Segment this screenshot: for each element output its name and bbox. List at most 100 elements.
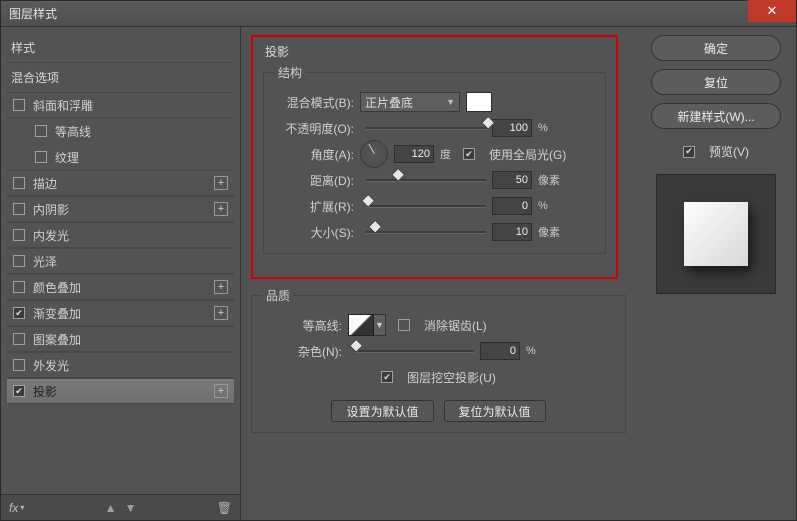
angle-input[interactable] [394,145,434,163]
fx-label[interactable]: fx [9,501,18,515]
noise-unit: % [526,345,536,357]
add-effect-icon[interactable]: + [214,306,228,320]
knockout-label[interactable]: 图层挖空投影(U) [407,369,496,386]
effect-item[interactable]: 颜色叠加 + [7,274,234,300]
effect-label: 等高线 [55,123,91,140]
effect-checkbox[interactable] [13,359,25,371]
add-effect-icon[interactable]: + [214,202,228,216]
distance-label: 距离(D): [274,172,360,189]
global-light-label[interactable]: 使用全局光(G) [489,146,566,163]
spread-input[interactable] [492,197,532,215]
angle-dial[interactable] [360,140,388,168]
knockout-checkbox[interactable] [381,371,393,383]
blend-mode-label: 混合模式(B): [274,94,360,111]
contour-dropdown-icon[interactable]: ▼ [374,314,386,336]
blend-options-header[interactable]: 混合选项 [7,62,234,92]
styles-header[interactable]: 样式 [7,33,234,62]
effect-item[interactable]: 内阴影 + [7,196,234,222]
effect-label: 图案叠加 [33,331,81,348]
effect-label: 外发光 [33,357,69,374]
noise-input[interactable] [480,342,520,360]
effect-item[interactable]: 图案叠加 [7,326,234,352]
effect-checkbox[interactable] [35,151,47,163]
spread-slider[interactable] [366,198,486,214]
shadow-highlight-box: 投影 结构 混合模式(B): 正片叠底 ▼ 不透明度(O): [251,35,618,279]
effect-checkbox[interactable] [13,307,25,319]
distance-slider[interactable] [366,172,486,188]
effect-item[interactable]: 光泽 [7,248,234,274]
opacity-input[interactable] [492,119,532,137]
move-up-icon[interactable]: ▲ [105,501,117,515]
trash-icon[interactable]: 🗑 [217,501,232,515]
effect-checkbox[interactable] [13,385,25,397]
angle-label: 角度(A): [274,146,360,163]
effect-item[interactable]: 描边 + [7,170,234,196]
effect-label: 颜色叠加 [33,279,81,296]
antialias-checkbox[interactable] [398,319,410,331]
right-panel: 确定 复位 新建样式(W)... 预览(V) [636,27,796,520]
blend-mode-value: 正片叠底 [365,94,413,111]
effect-checkbox[interactable] [13,229,25,241]
effect-checkbox[interactable] [13,333,25,345]
size-unit: 像素 [538,224,560,240]
add-effect-icon[interactable]: + [214,384,228,398]
effect-checkbox[interactable] [13,99,25,111]
reset-default-button[interactable]: 复位为默认值 [444,400,546,422]
effect-checkbox[interactable] [35,125,47,137]
cancel-button[interactable]: 复位 [651,69,781,95]
effect-item[interactable]: 渐变叠加 + [7,300,234,326]
effect-checkbox[interactable] [13,255,25,267]
distance-input[interactable] [492,171,532,189]
effect-item[interactable]: 内发光 [7,222,234,248]
effect-label: 斜面和浮雕 [33,97,93,114]
new-style-button[interactable]: 新建样式(W)... [651,103,781,129]
close-icon: ✕ [767,3,778,19]
chevron-down-icon: ▼ [446,97,455,107]
effect-checkbox[interactable] [13,203,25,215]
effect-item[interactable]: 外发光 [7,352,234,378]
make-default-button[interactable]: 设置为默认值 [331,400,433,422]
blend-mode-select[interactable]: 正片叠底 ▼ [360,92,460,112]
quality-group: 品质 等高线: ▼ 消除锯齿(L) 杂色(N): % [251,287,626,433]
effect-label: 纹理 [55,149,79,166]
effect-checkbox[interactable] [13,177,25,189]
opacity-unit: % [538,122,548,134]
add-effect-icon[interactable]: + [214,280,228,294]
contour-preview[interactable] [348,314,374,336]
titlebar: 图层样式 ✕ [1,1,796,27]
antialias-label[interactable]: 消除锯齿(L) [424,317,487,334]
effect-subitem[interactable]: 等高线 [7,118,234,144]
effect-label: 描边 [33,175,57,192]
noise-slider[interactable] [354,343,474,359]
spread-label: 扩展(R): [274,198,360,215]
effect-item[interactable]: 斜面和浮雕 [7,92,234,118]
effect-subitem[interactable]: 纹理 [7,144,234,170]
effect-item[interactable]: 投影+ [7,378,234,404]
ok-button[interactable]: 确定 [651,35,781,61]
opacity-slider[interactable] [366,120,486,136]
effect-label: 内发光 [33,227,69,244]
noise-label: 杂色(N): [262,343,348,360]
layer-style-dialog: 图层样式 ✕ 样式 混合选项 斜面和浮雕等高线纹理描边 + 内阴影 + 内发光光泽颜色叠… [0,0,797,521]
structure-group: 结构 混合模式(B): 正片叠底 ▼ 不透明度(O): [263,64,606,254]
fx-caret-icon[interactable]: ▾ [20,503,24,512]
left-panel: 样式 混合选项 斜面和浮雕等高线纹理描边 + 内阴影 + 内发光光泽颜色叠加 + 渐变叠加 +… [1,27,241,520]
window-title: 图层样式 [9,5,57,22]
close-button[interactable]: ✕ [748,0,796,22]
shadow-color-swatch[interactable] [466,92,492,112]
preview-label[interactable]: 预览(V) [709,143,749,160]
angle-unit: 度 [440,146,451,162]
left-footer: fx ▾ ▲ ▼ 🗑 [1,494,240,520]
effect-label: 光泽 [33,253,57,270]
move-down-icon[interactable]: ▼ [125,501,137,515]
size-slider[interactable] [366,224,486,240]
add-effect-icon[interactable]: + [214,176,228,190]
effect-checkbox[interactable] [13,281,25,293]
panel-title: 投影 [265,43,606,60]
preview-checkbox[interactable] [683,146,695,158]
effect-label: 渐变叠加 [33,305,81,322]
global-light-checkbox[interactable] [463,148,475,160]
effect-label: 内阴影 [33,201,69,218]
size-input[interactable] [492,223,532,241]
distance-unit: 像素 [538,172,560,188]
